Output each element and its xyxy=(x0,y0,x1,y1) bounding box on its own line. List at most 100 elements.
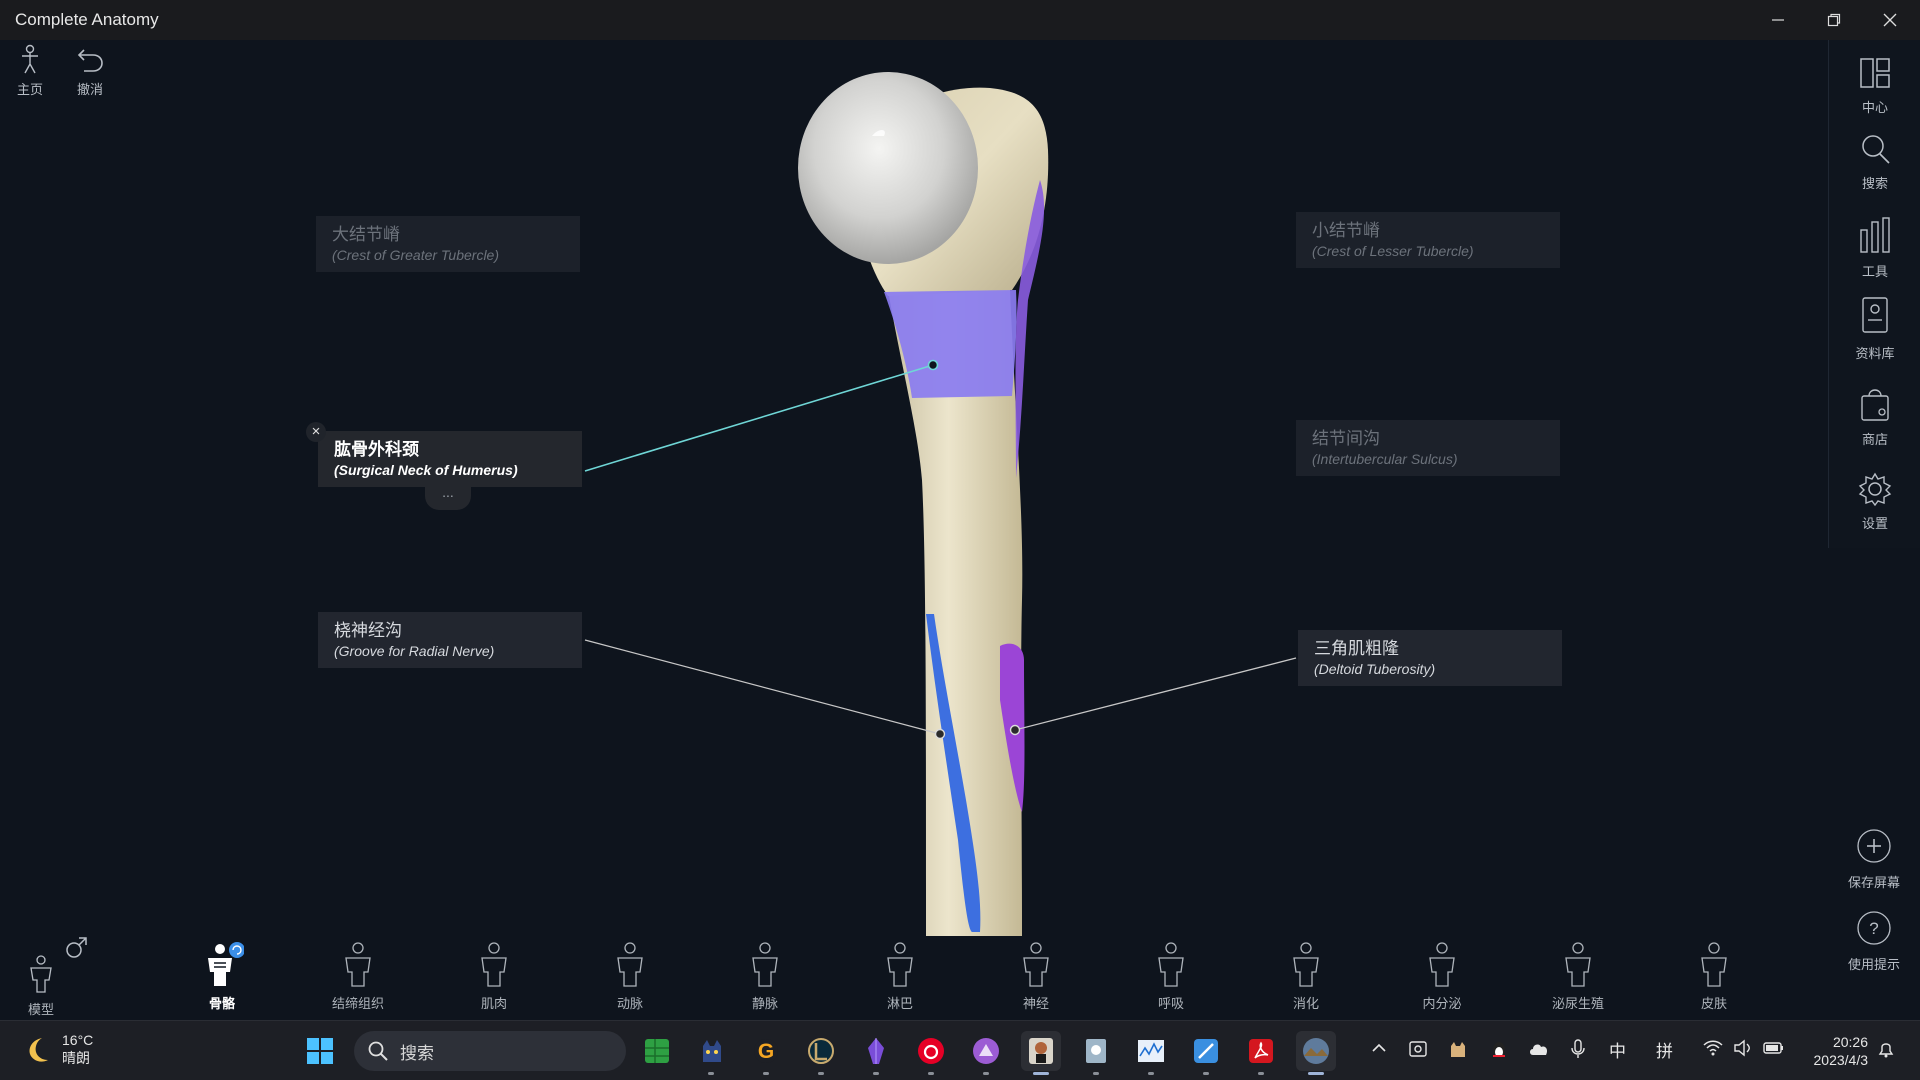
anatomy-viewport[interactable] xyxy=(0,40,1920,1020)
system-label: 动脉 xyxy=(616,996,643,1011)
taskbar-app-game-cat[interactable] xyxy=(691,1031,731,1075)
tray-volume[interactable] xyxy=(1733,1039,1753,1062)
home-button[interactable]: 主页 xyxy=(6,44,54,98)
store-bag-icon xyxy=(1861,389,1889,421)
taskbar-app-netease-music[interactable] xyxy=(911,1031,951,1075)
tray-cat[interactable] xyxy=(1448,1039,1468,1064)
taskbar-app-photo[interactable] xyxy=(1296,1031,1336,1075)
system-figure-icon xyxy=(887,942,913,987)
label-surgical-neck[interactable]: 肱骨外科颈 (Surgical Neck of Humerus) xyxy=(318,431,582,487)
rail-library[interactable]: 资料库 xyxy=(1829,296,1920,362)
pin-deltoid[interactable] xyxy=(1009,724,1021,736)
taskbar-app-notes[interactable] xyxy=(1076,1031,1116,1075)
system-button-11[interactable]: 皮肤 xyxy=(1659,942,1769,1012)
close-icon xyxy=(1883,13,1897,27)
rail-settings[interactable]: 设置 xyxy=(1829,472,1920,532)
system-label: 结缔组织 xyxy=(331,996,384,1011)
title-bar: Complete Anatomy xyxy=(0,0,1920,40)
taskbar-app-league[interactable] xyxy=(801,1031,841,1075)
tray-capture[interactable] xyxy=(1408,1039,1428,1064)
pin-surgical[interactable] xyxy=(927,359,939,371)
rail-search[interactable]: 搜索 xyxy=(1829,132,1920,192)
humerus-model[interactable] xyxy=(0,40,1920,1020)
notification-bell-icon xyxy=(1878,1043,1894,1058)
taskbar-app-g[interactable]: G xyxy=(746,1031,786,1075)
taskbar-clock[interactable]: 20:26 2023/4/3 xyxy=(1796,1033,1869,1069)
system-button-8[interactable]: 消化 xyxy=(1251,942,1361,1012)
ime-language[interactable]: 中 xyxy=(1609,1037,1626,1062)
minimize-icon xyxy=(1772,19,1784,21)
system-button-10[interactable]: 泌尿生殖 xyxy=(1523,942,1633,1012)
taskbar-search[interactable]: 搜索 xyxy=(354,1031,626,1071)
label-surgical-cn: 肱骨外科颈 xyxy=(334,440,419,459)
system-button-3[interactable]: 动脉 xyxy=(575,942,685,1012)
system-label: 泌尿生殖 xyxy=(1551,996,1604,1011)
weather-widget[interactable]: 16°C 晴朗 xyxy=(22,1031,93,1067)
undo-button[interactable]: 撤消 xyxy=(66,44,114,98)
blue-square-app-icon xyxy=(1194,1039,1218,1063)
restore-button[interactable] xyxy=(1806,0,1862,40)
cloud-icon xyxy=(1530,1044,1548,1055)
taskbar-app-blue[interactable] xyxy=(1186,1031,1226,1075)
tray-onedrive[interactable] xyxy=(1528,1039,1550,1064)
taskbar-app-acrobat[interactable] xyxy=(1241,1031,1281,1075)
start-button[interactable] xyxy=(300,1031,340,1071)
sheets-app-icon xyxy=(645,1039,669,1063)
tray-chevron-up[interactable] xyxy=(1370,1039,1388,1062)
label-close-button[interactable]: × xyxy=(306,422,326,442)
system-label: 肌肉 xyxy=(480,996,507,1011)
model-figure-button[interactable]: 模型 xyxy=(0,954,96,1018)
taskbar-app-monitor[interactable] xyxy=(1131,1031,1171,1075)
system-label: 消化 xyxy=(1292,996,1319,1011)
rail-center[interactable]: 中心 xyxy=(1829,56,1920,116)
label-lesser-tubercle[interactable]: 小结节嵴 (Crest of Lesser Tubercle) xyxy=(1296,212,1560,268)
restore-icon xyxy=(1827,13,1841,27)
plus-circle-icon xyxy=(1857,829,1891,863)
taskbar-app-complete-anatomy[interactable] xyxy=(1021,1031,1061,1075)
right-rail: 中心 搜索 工具 资料库 商店 设置 xyxy=(1828,40,1920,548)
system-button-1[interactable]: 结缔组织 xyxy=(303,942,413,1012)
taskbar-app-sheets[interactable] xyxy=(637,1031,677,1071)
label-greater-tubercle[interactable]: 大结节嵴 (Crest of Greater Tubercle) xyxy=(316,216,580,272)
windows-logo-icon xyxy=(307,1038,333,1064)
skeleton-icon xyxy=(208,942,245,986)
weather-desc: 晴朗 xyxy=(62,1050,90,1066)
taskbar-app-purple[interactable] xyxy=(966,1031,1006,1075)
tray-microphone[interactable] xyxy=(1570,1039,1586,1064)
save-screen-label: 保存屏幕 xyxy=(1847,875,1900,890)
rail-center-label: 中心 xyxy=(1861,100,1888,115)
rail-tools[interactable]: 工具 xyxy=(1829,216,1920,280)
rail-store[interactable]: 商店 xyxy=(1829,384,1920,448)
system-label: 呼吸 xyxy=(1157,996,1184,1011)
window-title: Complete Anatomy xyxy=(15,10,159,29)
label-intertubercular[interactable]: 结节间沟 (Intertubercular Sulcus) xyxy=(1296,420,1560,476)
system-button-5[interactable]: 淋巴 xyxy=(845,942,955,1012)
tray-penguin[interactable] xyxy=(1489,1039,1509,1064)
label-more-button[interactable]: ... xyxy=(425,482,471,510)
chart-monitor-icon xyxy=(1138,1040,1164,1062)
system-button-9[interactable]: 内分泌 xyxy=(1387,942,1497,1012)
system-button-4[interactable]: 静脉 xyxy=(710,942,820,1012)
system-skeletal[interactable]: 骨骼 xyxy=(167,942,277,1012)
ime-mode[interactable]: 拼 xyxy=(1656,1037,1673,1062)
system-button-2[interactable]: 肌肉 xyxy=(439,942,549,1012)
minimize-button[interactable] xyxy=(1750,0,1806,40)
tray-battery[interactable] xyxy=(1763,1039,1785,1062)
tray-notification[interactable] xyxy=(1876,1039,1896,1064)
save-screen-button[interactable]: 保存屏幕 xyxy=(1828,828,1920,891)
undo-icon xyxy=(77,49,103,72)
leader-line-surgical xyxy=(584,364,934,472)
system-button-7[interactable]: 呼吸 xyxy=(1116,942,1226,1012)
system-button-6[interactable]: 神经 xyxy=(981,942,1091,1012)
undo-label: 撤消 xyxy=(76,82,103,97)
close-window-button[interactable] xyxy=(1862,0,1918,40)
system-label: 神经 xyxy=(1022,996,1049,1011)
label-deltoid-tuberosity[interactable]: 三角肌粗隆 (Deltoid Tuberosity) xyxy=(1298,630,1562,686)
system-figure-icon xyxy=(1158,942,1184,987)
taskbar-app-crystal[interactable] xyxy=(856,1031,896,1075)
gear-icon xyxy=(1858,472,1892,507)
system-figure-icon xyxy=(481,942,507,987)
label-radial-groove[interactable]: 桡神经沟 (Groove for Radial Nerve) xyxy=(318,612,582,668)
tray-wifi[interactable] xyxy=(1703,1039,1723,1062)
pin-radial[interactable] xyxy=(934,728,946,740)
